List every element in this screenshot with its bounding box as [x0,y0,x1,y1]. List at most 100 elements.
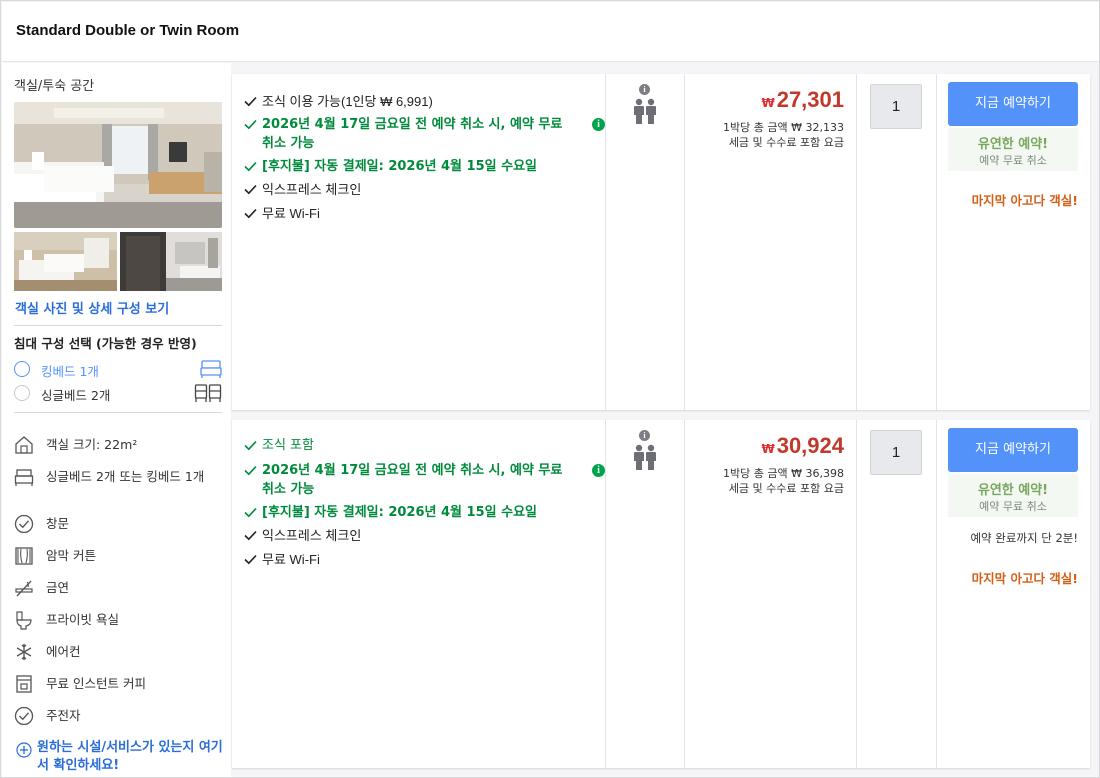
amenity-label: 싱글베드 2개 또는 킹베드 1개 [46,469,205,484]
blackout-curtain-icon [14,546,34,566]
price-tax-line: 세금 및 수수료 포함 요금 [728,136,844,149]
feature-text: 조식 이용 가능(1인당 ₩ 6,991) [262,94,433,109]
room-photo-thumb-1[interactable] [14,232,117,291]
radio-king-bed[interactable] [14,361,30,377]
feature-express-checkin: 익스프레스 체크인 [244,180,594,199]
feature-text: [후지불] 자동 결제일: 2026년 4월 15일 수요일 [262,159,537,174]
amenities-more-label: 원하는 시설/서비스가 있는지 여기서 확인하세요! [37,740,223,773]
price-amount: 27,301 [776,87,844,112]
feature-breakfast-included: 조식 포함 [244,436,594,455]
price-tax-line: 세금 및 수수료 포함 요금 [728,482,844,495]
room-photo-thumb-2[interactable] [120,232,222,291]
room-title: Standard Double or Twin Room [16,22,240,39]
check-icon [244,119,257,130]
divider [14,325,222,326]
room-info-panel: 객실/투숙 공간 객실 사진 및 상세 구성 보기 침대 구성 선택 (가능한 … [2,63,231,777]
book-now-button[interactable]: 지금 예약하기 [948,82,1078,126]
amenity-label: 객실 크기: 22m² [46,437,138,452]
check-icon [244,161,257,172]
two-adults-icon [632,444,658,475]
price-display: ₩27,301 [761,87,844,113]
amenity-label: 에어컨 [46,644,81,659]
amenity-label: 프라이빗 욕실 [46,612,119,627]
double-bed-icon [200,359,222,383]
amenity-label: 금연 [46,580,70,595]
bed-config-title: 침대 구성 선택 (가능한 경우 반영) [14,336,197,351]
private-bathroom-icon [14,610,34,630]
check-icon [244,530,257,541]
see-photos-link[interactable]: 객실 사진 및 상세 구성 보기 [15,298,169,317]
info-icon[interactable]: i [592,118,605,131]
feature-wifi: 무료 Wi-Fi [244,204,594,223]
feature-breakfast: 조식 이용 가능(1인당 ₩ 6,991) [244,92,594,111]
urgency-notice: 예약 완료까지 단 2분! [970,531,1078,545]
feature-text: 2026년 4월 17일 금요일 전 예약 취소 시, 예약 무료 취소 가능 [262,463,563,497]
feature-text: [후지불] 자동 결제일: 2026년 4월 15일 수요일 [262,505,537,520]
last-room-notice: 마지막 아고다 객실! [971,193,1078,208]
offer-price: ₩30,924 1박당 총 금액 ₩ 36,398 세금 및 수수료 포함 요금 [685,420,857,768]
amenity-label: 무료 인스턴트 커피 [46,676,146,691]
free-cancel-label: 예약 무료 취소 [979,154,1047,167]
feature-text: 익스프레스 체크인 [262,528,362,543]
radio-twin-beds[interactable] [14,385,30,401]
amenity-label: 주전자 [46,708,81,723]
room-quantity-select[interactable]: 1 [870,84,922,129]
bed-icon [14,467,34,487]
feature-text: 무료 Wi-Fi [262,206,320,221]
feature-text: 조식 포함 [262,438,314,453]
price-amount: 30,924 [776,433,844,458]
price-details: 1박당 총 금액 ₩ 36,398 세금 및 수수료 포함 요금 [723,466,844,496]
feature-pay-later: [후지불] 자동 결제일: 2026년 4월 15일 수요일 [244,157,594,176]
feature-text: 2026년 4월 17일 금요일 전 예약 취소 시, 예약 무료 취소 가능 [262,117,563,151]
feature-wifi: 무료 Wi-Fi [244,550,594,569]
room-size-icon [14,435,34,455]
offer-occupancy: i [606,420,685,768]
price-display: ₩30,924 [761,433,844,459]
check-icon [244,96,257,107]
flexible-booking-title: 유연한 예약! [977,483,1049,498]
bed-option-twin[interactable]: 싱글베드 2개 [14,383,222,403]
currency-symbol: ₩ [761,96,775,110]
divider [14,412,222,413]
room-quantity-select[interactable]: 1 [870,430,922,475]
price-total-line: 1박당 총 금액 ₩ 32,133 [723,121,844,134]
price-total-line: 1박당 총 금액 ₩ 36,398 [723,467,844,480]
occupancy-info-icon[interactable]: i [639,430,650,441]
amenity-label: 암막 커튼 [46,548,96,563]
last-room-notice: 마지막 아고다 객실! [971,571,1078,586]
no-smoking-icon [14,578,34,598]
space-label: 객실/투숙 공간 [14,79,95,94]
feature-free-cancellation: 2026년 4월 17일 금요일 전 예약 취소 시, 예약 무료 취소 가능 … [244,461,605,499]
offer-occupancy: i [606,74,685,410]
offer-booking: 지금 예약하기 유연한 예약! 예약 무료 취소 예약 완료까지 단 2분! 마… [937,420,1090,768]
occupancy-info-icon[interactable]: i [639,84,650,95]
two-adults-icon [632,98,658,129]
offer-quantity: 1 [857,420,937,768]
room-header: Standard Double or Twin Room [2,2,1099,62]
book-now-button[interactable]: 지금 예약하기 [948,428,1078,472]
room-photo-main[interactable] [14,102,222,228]
offer-booking: 지금 예약하기 유연한 예약! 예약 무료 취소 마지막 아고다 객실! [937,74,1090,410]
coffee-maker-icon [14,674,34,694]
feature-express-checkin: 익스프레스 체크인 [244,526,594,545]
kettle-check-icon [14,706,34,726]
plus-circle-icon [16,742,32,762]
info-icon[interactable]: i [592,464,605,477]
bed-option-king[interactable]: 킹베드 1개 [14,359,222,379]
check-icon [244,208,257,219]
window-check-icon [14,514,34,534]
check-icon [244,507,257,518]
offer-features: 조식 이용 가능(1인당 ₩ 6,991) 2026년 4월 17일 금요일 전… [232,74,606,410]
flexible-booking-title: 유연한 예약! [977,137,1049,152]
currency-symbol: ₩ [761,442,775,456]
flexible-booking-badge: 유연한 예약! 예약 무료 취소 [948,128,1078,171]
bed-option-label: 킹베드 1개 [41,364,99,379]
feature-pay-later: [후지불] 자동 결제일: 2026년 4월 15일 수요일 [244,503,594,522]
free-cancel-label: 예약 무료 취소 [979,500,1047,513]
twin-beds-icon [194,383,222,407]
flexible-booking-badge: 유연한 예약! 예약 무료 취소 [948,474,1078,517]
air-conditioner-icon [14,642,34,662]
check-icon [244,440,257,451]
offer-quantity: 1 [857,74,937,410]
check-icon [244,184,257,195]
